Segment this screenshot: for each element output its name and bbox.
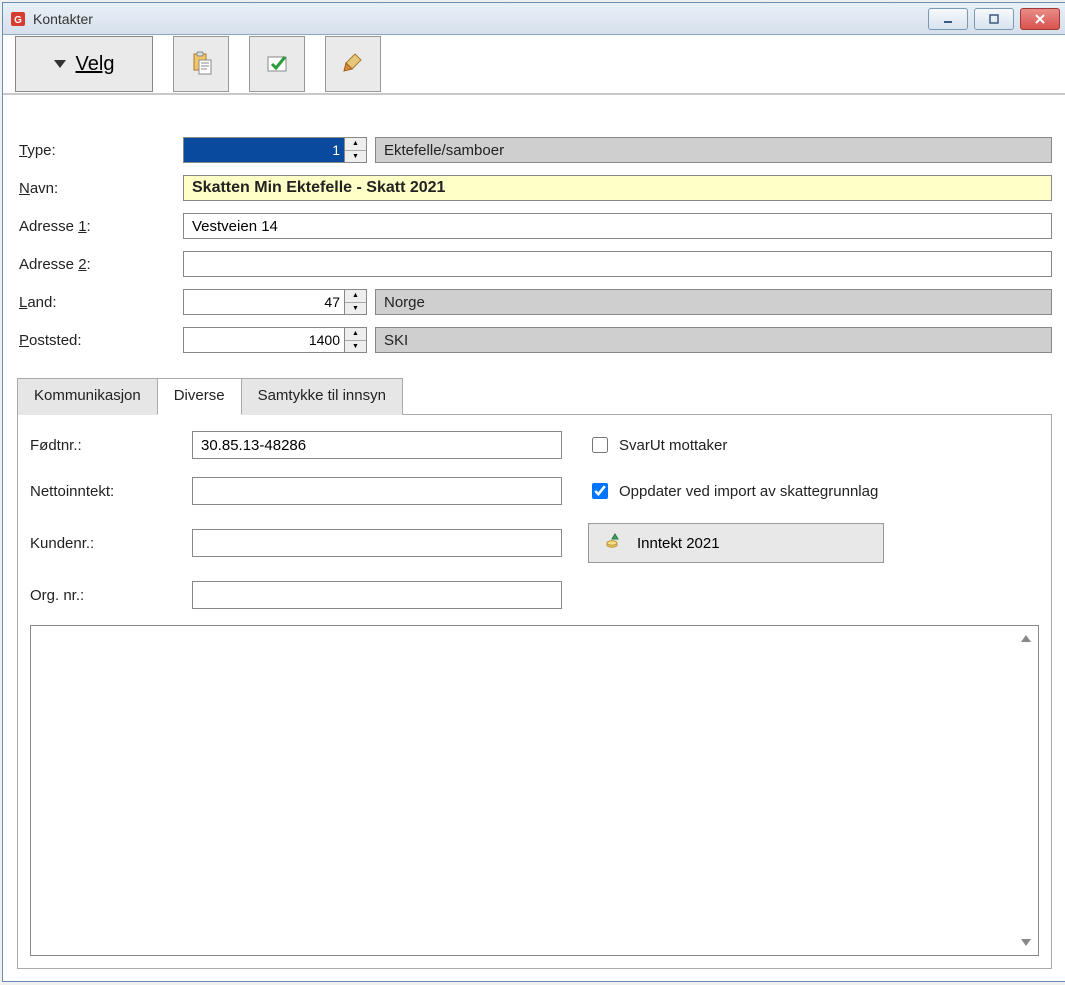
type-description: Ektefelle/samboer (375, 137, 1052, 163)
poststed-spin-down[interactable]: ▼ (345, 341, 366, 353)
adresse1-label: Adresse 1: (17, 218, 177, 235)
svarut-label: SvarUt mottaker (619, 437, 727, 454)
fodtnr-label: Fødtnr.: (30, 437, 192, 454)
notes-textarea[interactable] (30, 625, 1039, 956)
dropdown-icon (54, 53, 66, 76)
coins-icon (605, 532, 623, 554)
clear-button[interactable] (325, 36, 381, 92)
land-spin-down[interactable]: ▼ (345, 303, 366, 315)
velg-button[interactable]: Velg (15, 36, 153, 92)
close-button[interactable] (1020, 8, 1060, 30)
app-icon: G (9, 10, 27, 28)
type-spinner[interactable]: ▲ ▼ (183, 137, 369, 163)
minimize-button[interactable] (928, 8, 968, 30)
diverse-panel: Fødtnr.: SvarUt mottaker Nettoinntekt: O… (17, 415, 1052, 969)
svarut-checkbox-row: SvarUt mottaker (588, 434, 1039, 456)
adresse1-input[interactable] (183, 213, 1052, 239)
toolbar: Velg (3, 35, 1065, 95)
adresse2-label: Adresse 2: (17, 256, 177, 273)
orgnr-label: Org. nr.: (30, 587, 192, 604)
kundenr-input[interactable] (192, 529, 562, 557)
land-description: Norge (375, 289, 1052, 315)
land-label: Land: (17, 294, 177, 311)
type-spin-up[interactable]: ▲ (345, 138, 366, 151)
nettoinntekt-label: Nettoinntekt: (30, 483, 192, 500)
window-title: Kontakter (33, 11, 93, 27)
tabbar: Kommunikasjon Diverse Samtykke til innsy… (17, 377, 1052, 415)
oppdater-label: Oppdater ved import av skattegrunnlag (619, 483, 878, 500)
oppdater-checkbox[interactable] (592, 483, 608, 499)
type-label: Type: (17, 142, 177, 159)
check-button[interactable] (249, 36, 305, 92)
poststed-spin-up[interactable]: ▲ (345, 328, 366, 341)
paste-button[interactable] (173, 36, 229, 92)
brush-icon (341, 51, 365, 78)
kundenr-label: Kundenr.: (30, 535, 192, 552)
oppdater-checkbox-row: Oppdater ved import av skattegrunnlag (588, 480, 1039, 502)
checkmark-icon (265, 51, 289, 78)
clipboard-icon (189, 51, 213, 78)
type-input[interactable] (183, 137, 345, 163)
tab-diverse[interactable]: Diverse (157, 378, 242, 415)
orgnr-input[interactable] (192, 581, 562, 609)
type-spin-down[interactable]: ▼ (345, 151, 366, 163)
scroll-up-icon[interactable] (1020, 632, 1034, 646)
tab-kommunikasjon[interactable]: Kommunikasjon (17, 378, 158, 415)
tab-samtykke[interactable]: Samtykke til innsyn (241, 378, 403, 415)
poststed-label: Poststed: (17, 332, 177, 349)
scroll-down-icon[interactable] (1020, 935, 1034, 949)
poststed-description: SKI (375, 327, 1052, 353)
land-spinner[interactable]: ▲ ▼ (183, 289, 369, 315)
svg-text:G: G (14, 15, 22, 26)
fodtnr-input[interactable] (192, 431, 562, 459)
maximize-button[interactable] (974, 8, 1014, 30)
inntekt-button[interactable]: Inntekt 2021 (588, 523, 884, 563)
poststed-spinner[interactable]: ▲ ▼ (183, 327, 369, 353)
poststed-input[interactable] (183, 327, 345, 353)
nettoinntekt-input[interactable] (192, 477, 562, 505)
adresse2-input[interactable] (183, 251, 1052, 277)
land-input[interactable] (183, 289, 345, 315)
titlebar: G Kontakter (3, 3, 1065, 35)
window: G Kontakter Velg (2, 2, 1065, 982)
navn-label: Navn: (17, 180, 177, 197)
svarut-checkbox[interactable] (592, 437, 608, 453)
navn-field[interactable]: Skatten Min Ektefelle - Skatt 2021 (183, 175, 1052, 201)
land-spin-up[interactable]: ▲ (345, 290, 366, 303)
